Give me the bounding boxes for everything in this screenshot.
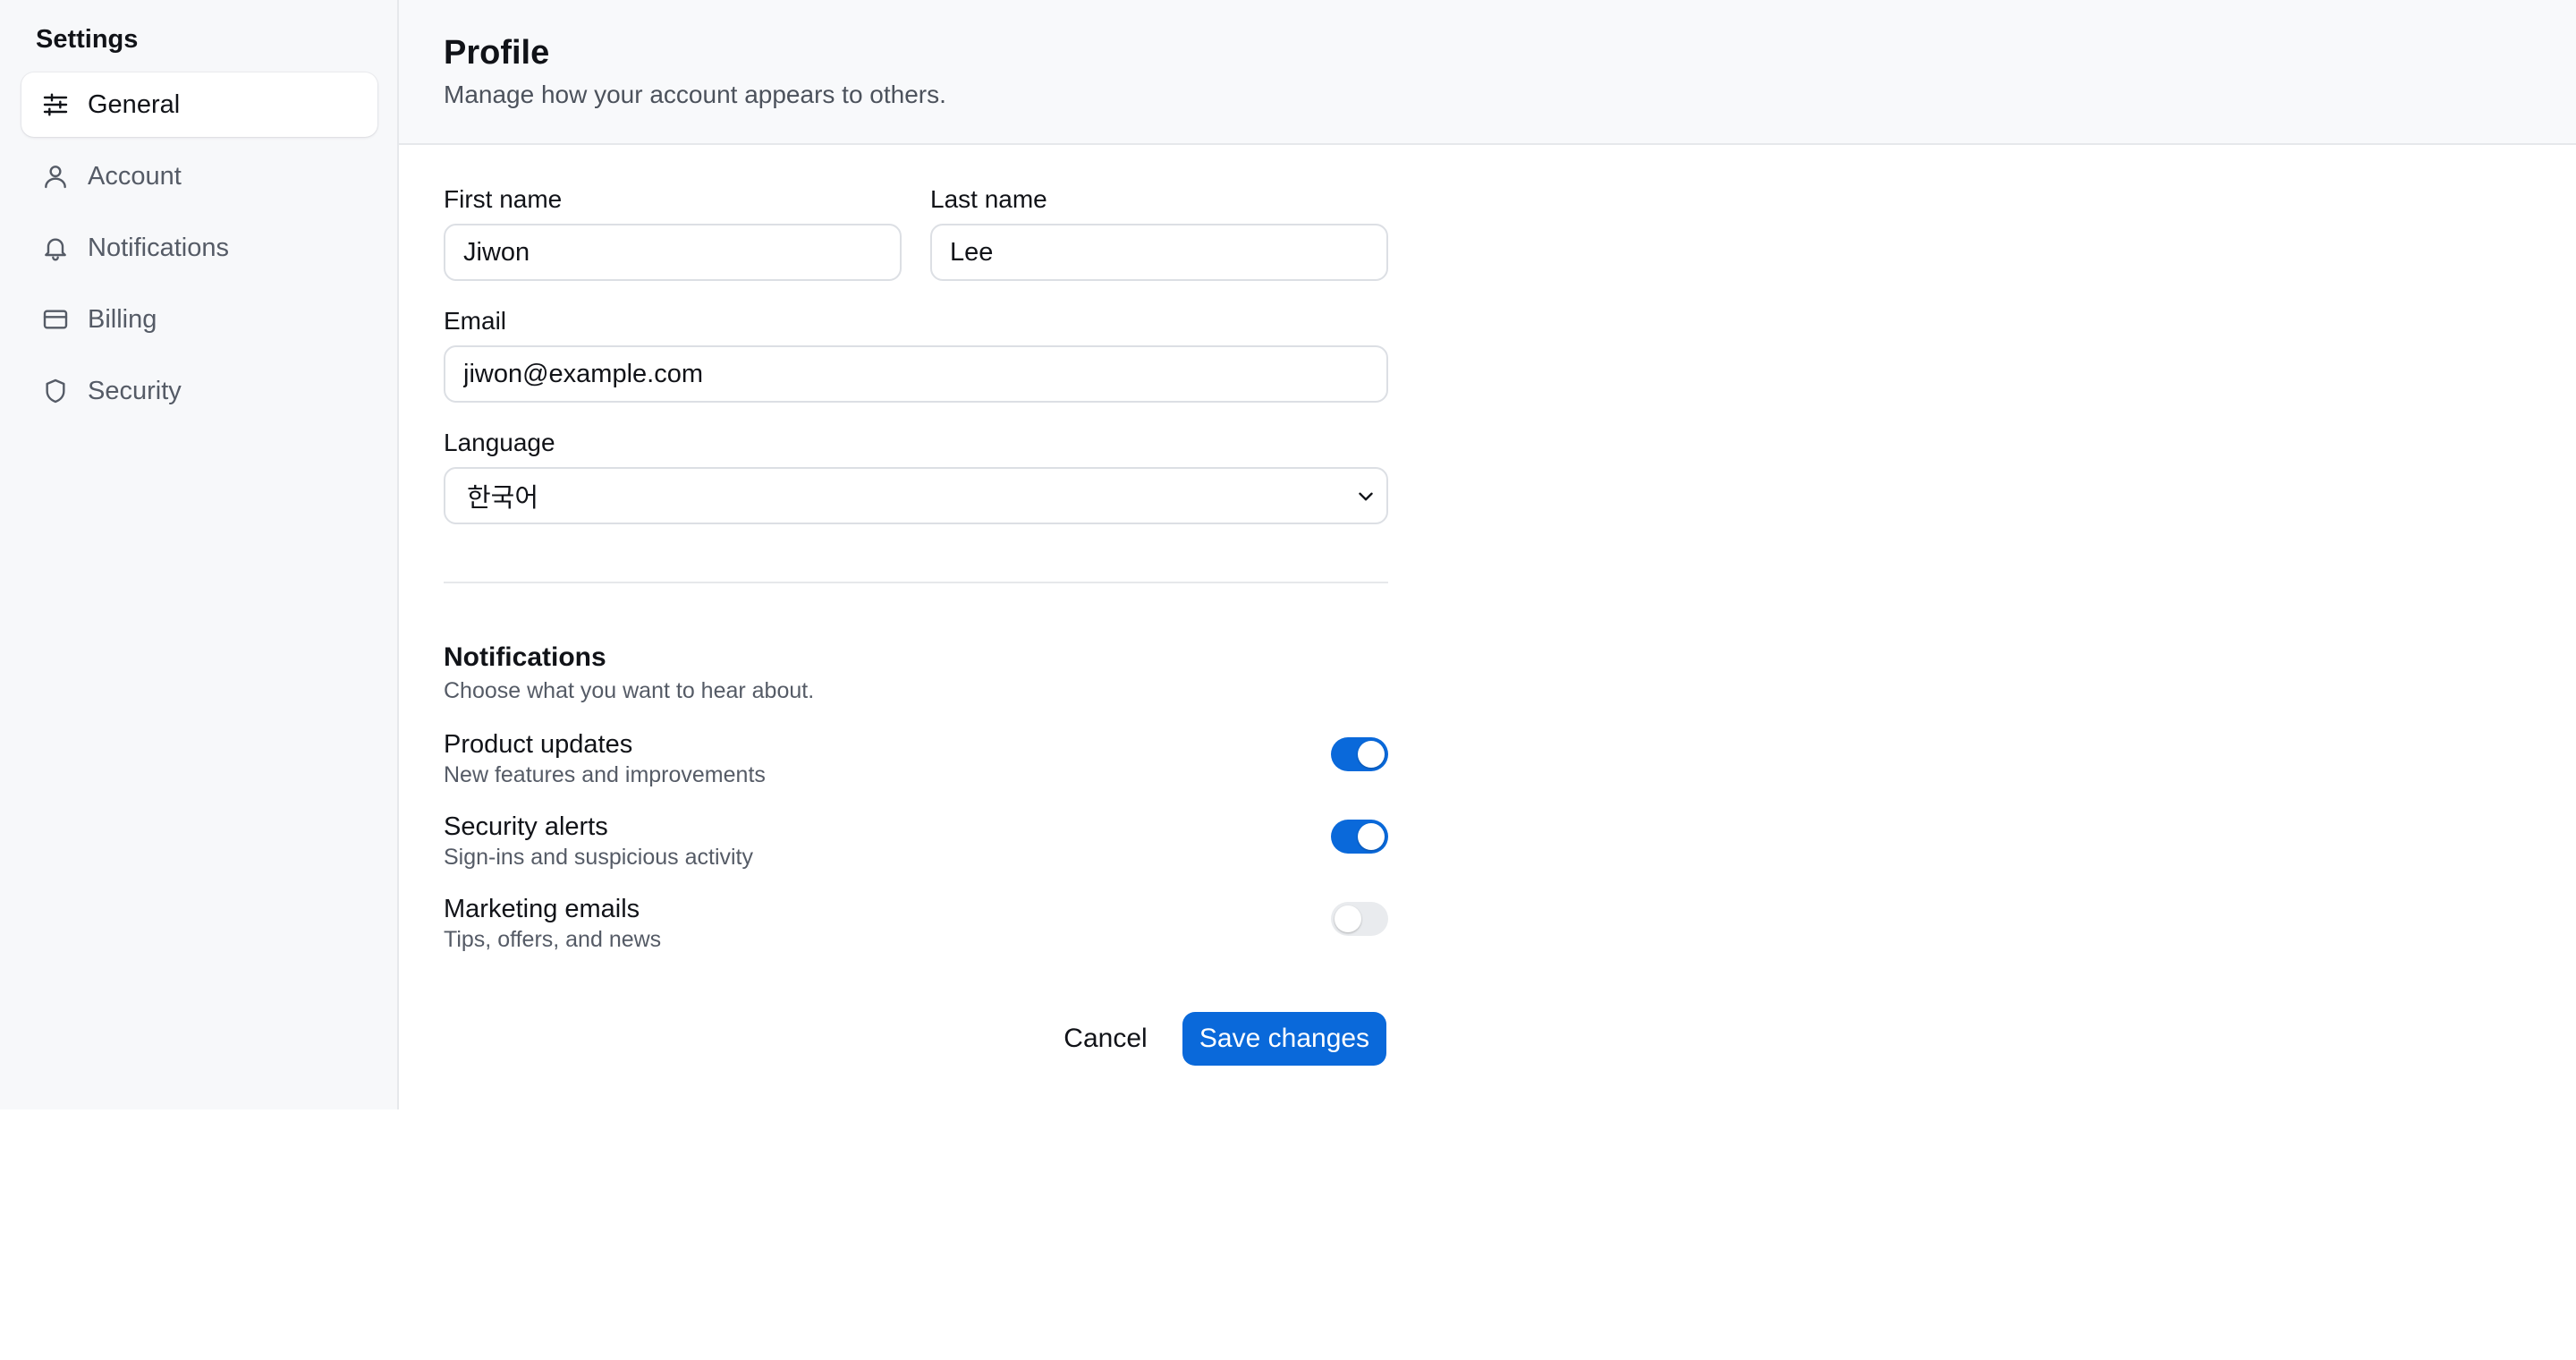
- pref-row-security-alerts: Security alerts Sign-ins and suspicious …: [444, 812, 1388, 875]
- pref-row-product-updates: Product updates New features and improve…: [444, 730, 1388, 793]
- section-divider: [444, 582, 1388, 583]
- sidebar-item-label: Account: [88, 161, 182, 191]
- save-button[interactable]: Save changes: [1182, 1012, 1386, 1066]
- pref-title: Marketing emails: [444, 895, 640, 923]
- toggle-knob: [1335, 905, 1361, 932]
- sidebar-item-label: Billing: [88, 304, 157, 334]
- sliders-icon: [39, 89, 72, 121]
- sidebar-item-label: Security: [88, 376, 182, 405]
- sidebar-item-notifications[interactable]: Notifications: [21, 216, 377, 280]
- notifications-section-title: Notifications: [444, 642, 606, 672]
- chevron-down-icon: [1359, 492, 1373, 501]
- page-header: Profile Manage how your account appears …: [399, 0, 2576, 145]
- sidebar-item-billing[interactable]: Billing: [21, 287, 377, 352]
- sidebar-nav: General Account Notifications Billing Se…: [21, 72, 377, 430]
- notifications-section-subtitle: Choose what you want to hear about.: [444, 678, 815, 703]
- sidebar-item-account[interactable]: Account: [21, 144, 377, 208]
- cancel-button[interactable]: Cancel: [1043, 1012, 1168, 1066]
- last-name-field[interactable]: [930, 224, 1388, 281]
- toggle-knob: [1358, 823, 1385, 850]
- settings-app: Settings General Account Notifications B…: [0, 0, 2576, 1360]
- pref-description: Tips, offers, and news: [444, 927, 662, 952]
- sidebar-title: Settings: [36, 25, 139, 54]
- product-updates-toggle[interactable]: [1331, 737, 1388, 771]
- sidebar-item-label: General: [88, 89, 181, 119]
- sidebar: Settings General Account Notifications B…: [0, 0, 399, 1109]
- user-icon: [39, 160, 72, 192]
- language-value: 한국어: [467, 484, 539, 513]
- last-name-label: Last name: [930, 185, 1047, 213]
- first-name-field[interactable]: [444, 224, 902, 281]
- email-label: Email: [444, 307, 507, 335]
- page-subtitle: Manage how your account appears to other…: [444, 81, 946, 108]
- shield-icon: [39, 375, 72, 407]
- sidebar-item-label: Notifications: [88, 233, 229, 262]
- page-title: Profile: [444, 34, 550, 72]
- pref-description: New features and improvements: [444, 762, 766, 787]
- pref-row-marketing-emails: Marketing emails Tips, offers, and news: [444, 895, 1388, 957]
- email-field[interactable]: [444, 345, 1388, 403]
- toggle-knob: [1358, 741, 1385, 768]
- sidebar-item-security[interactable]: Security: [21, 359, 377, 423]
- language-label: Language: [444, 429, 555, 456]
- pref-description: Sign-ins and suspicious activity: [444, 845, 753, 870]
- credit-card-icon: [39, 303, 72, 336]
- pref-title: Security alerts: [444, 812, 608, 841]
- language-select[interactable]: 한국어: [444, 467, 1388, 524]
- bell-icon: [39, 232, 72, 264]
- security-alerts-toggle[interactable]: [1331, 820, 1388, 854]
- pref-title: Product updates: [444, 730, 633, 759]
- marketing-emails-toggle[interactable]: [1331, 902, 1388, 936]
- first-name-label: First name: [444, 185, 563, 213]
- sidebar-item-general[interactable]: General: [21, 72, 377, 137]
